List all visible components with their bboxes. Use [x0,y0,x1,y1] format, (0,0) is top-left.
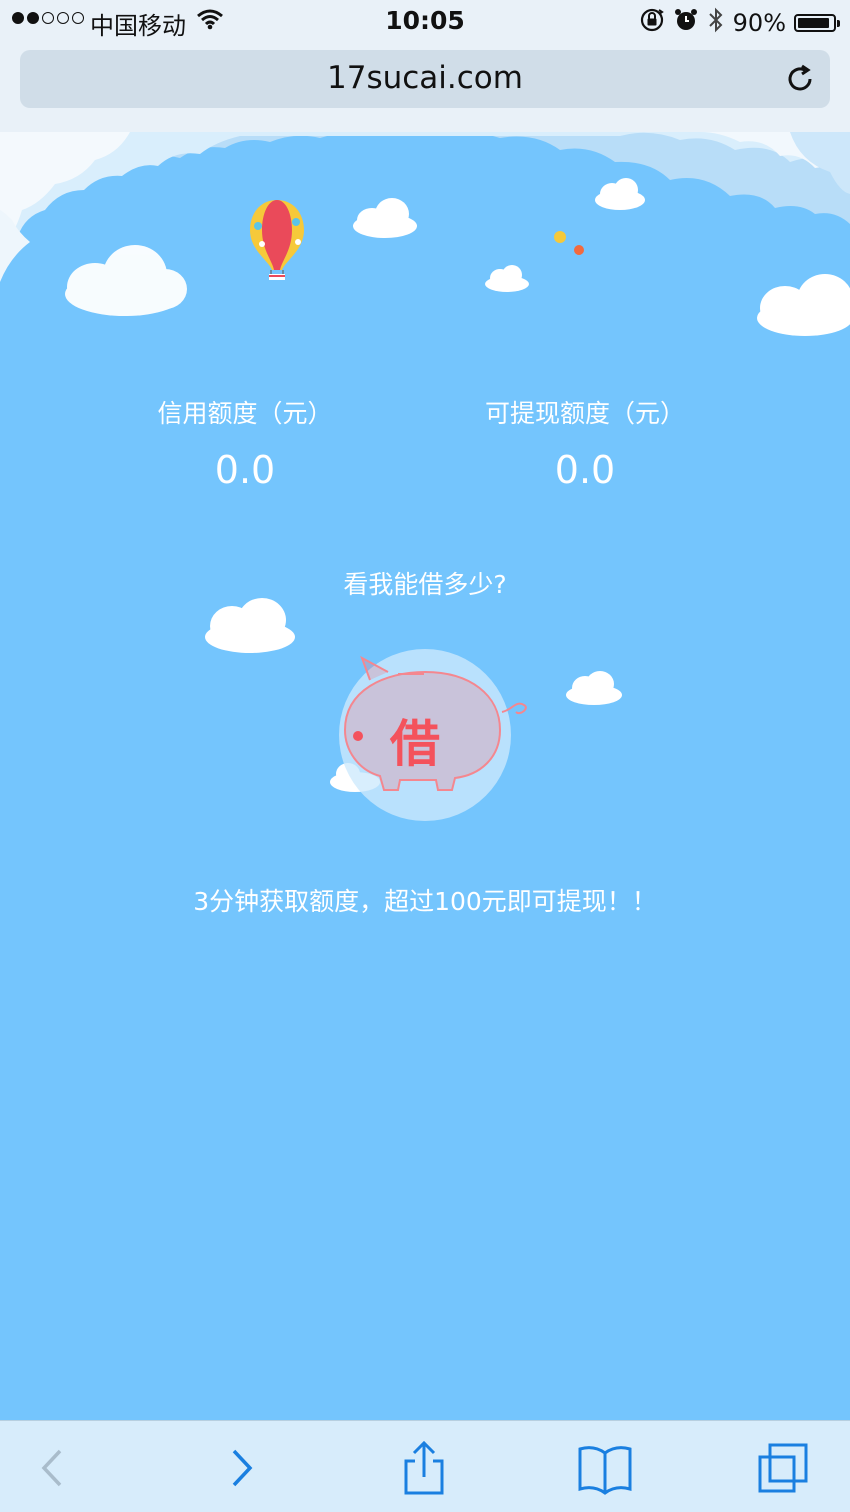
promo-footnote: 3分钟获取额度，超过100元即可提现！！ [193,887,657,916]
reload-icon[interactable] [784,63,816,95]
page-content: 信用额度（元） 0.0 可提现额度（元） 0.0 看我能借多少? 借 3分钟获取… [0,132,850,1420]
cloud [353,198,417,238]
credit-limit-label: 信用额度（元） [157,399,333,428]
bookmarks-icon[interactable] [578,1441,632,1495]
url-text[interactable]: 17sucai.com [20,60,830,96]
decor-dot [574,245,584,255]
withdraw-limit-value: 0.0 [554,448,616,492]
credit-limit-value: 0.0 [214,448,276,492]
share-icon[interactable] [397,1440,451,1495]
battery-percentage: 90% [732,9,786,37]
forward-icon[interactable] [214,1441,268,1495]
browser-toolbar [0,1420,850,1512]
borrow-prompt: 看我能借多少? [343,570,507,599]
cloud [485,265,529,292]
decor-dot [554,231,566,243]
tabs-icon[interactable] [756,1441,810,1495]
back-icon[interactable] [27,1441,81,1495]
credit-limit-stat: 信用额度（元） 0.0 [95,394,395,492]
alarm-icon [673,7,699,39]
withdraw-limit-stat: 可提现额度（元） 0.0 [435,394,735,492]
cloud [595,178,645,210]
bluetooth-icon [707,6,725,40]
cloud [566,671,622,705]
balloon-icon [250,200,304,280]
orientation-lock-icon [639,7,665,39]
withdraw-limit-label: 可提现额度（元） [484,399,685,428]
browser-address-area: 17sucai.com [0,44,850,133]
cloud [65,245,187,316]
cloud [757,274,850,336]
status-bar: 中国移动 10:05 90% [0,0,850,44]
battery-icon [794,14,840,32]
address-bar[interactable]: 17sucai.com [20,50,830,108]
cloud [205,598,295,653]
borrow-button-label[interactable]: 借 [339,704,491,776]
